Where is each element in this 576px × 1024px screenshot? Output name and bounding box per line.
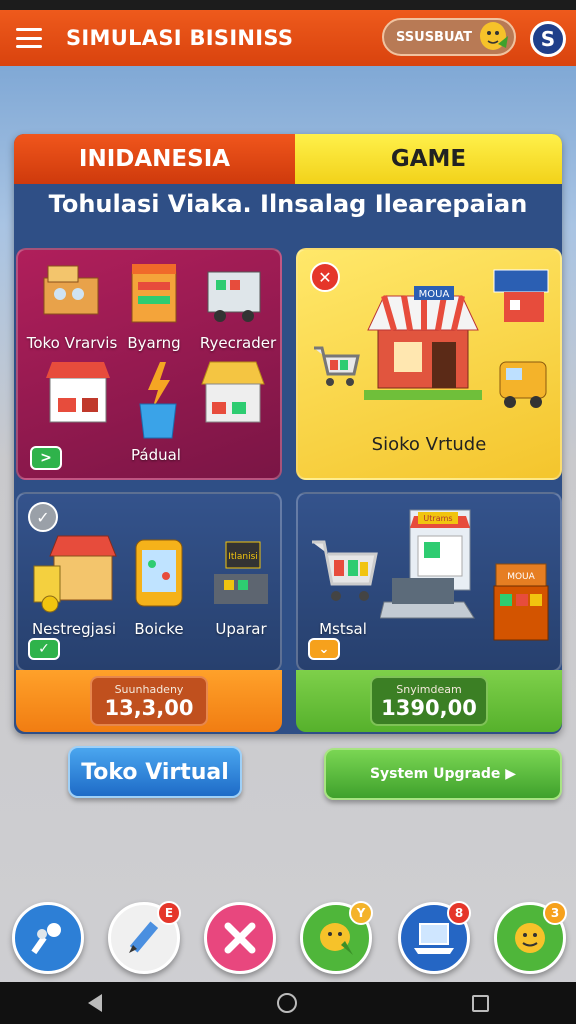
item-label-padual: Pádual [131,446,181,464]
kiosk-icon: MOUA [493,563,549,641]
toko-virtual-button[interactable]: Toko Virtual [68,746,242,798]
card-services[interactable]: ✓ Itlanisi Nestregjasi Boicke Uparar ✓ [16,492,282,672]
value-card-orange: Suunhadeny 13,3,00 [16,670,282,732]
item-label-byarng: Byarng [127,334,181,352]
card-shop-items[interactable]: Toko Vrarvis Byarng Ryecrader Pádual > [16,248,282,480]
value-amount-2: 1390,00 [381,695,477,720]
app-title: SIMULASI BISINISS [66,26,294,50]
shop-building-icon: MOUA [364,286,482,400]
register-sign-text: Itlanisi [228,552,258,562]
menu-icon[interactable] [16,28,42,48]
kiosk-sign-text: MOUA [507,572,535,582]
value-box-1: Suunhadeny 13,3,00 [90,676,208,726]
storefront-icon [46,362,110,423]
pen-icon [129,921,159,953]
back-icon[interactable] [87,994,102,1012]
card-virtual-shop[interactable]: ✕ MOUA Sioko Vrtude [296,248,562,480]
dock-smiley-button[interactable]: 3 [494,901,567,974]
goods-stall-icon [33,535,117,613]
delivery-van-icon [499,361,547,408]
bottom-dock: E Y 8 3 [0,896,576,980]
dock-badge-edit: E [157,901,181,925]
dock-badge-smiley: 3 [543,901,567,925]
recent-apps-icon[interactable] [471,994,489,1012]
smiley-icon [515,923,545,953]
avatar[interactable]: S [530,21,566,57]
item-label-boicke: Boicke [134,620,184,638]
laptop-icon [414,923,454,954]
app-bar: SIMULASI BISINISS SSUSBUAT S [0,10,576,66]
virtual-shop-label: Sioko Vrtude [371,434,487,455]
home-icon[interactable] [276,993,297,1013]
item-label-ryecrader: Ryecrader [199,334,277,352]
status-bar [0,0,576,10]
dock-badge-chat: Y [349,901,373,925]
user-pill-button[interactable]: SSUSBUAT [382,18,516,56]
value-label-1: Suunhadeny [114,682,184,696]
energy-cup-icon [139,362,177,439]
user-pill-label: SSUSBUAT [396,29,473,45]
panel-subtitle: Tohulasi Viaka. Ilnsalag Ilearepaian [48,190,528,218]
system-upgrade-button[interactable]: System Upgrade ▶ [324,748,562,800]
chevron-down-icon[interactable]: ⌄ [308,638,340,660]
close-icon [224,922,256,954]
shop-sign-text: MOUA [419,289,450,300]
keys-icon [31,923,61,955]
item-label-uparar: Uparar [215,620,267,638]
cart-icon [312,540,378,601]
value-card-green: Snyimdeam 1390,00 [296,670,562,732]
dock-badge-laptop: 8 [447,901,471,925]
stall-shelf-icon [131,264,177,323]
mascot-icon [480,22,508,50]
dock-close-button[interactable] [204,902,276,974]
dock-edit-button[interactable]: E [108,901,181,974]
value-label-2: Snyimdeam [396,682,462,696]
item-label-nestregjasi: Nestregjasi [31,620,117,638]
tab-indonesia[interactable]: INIDANESIA [14,134,295,184]
store-sign-text: Utrams [423,514,452,523]
expand-arrow-icon[interactable]: > [30,446,62,470]
value-amount-1: 13,3,00 [104,695,194,720]
dock-chat-button[interactable]: Y [300,901,373,974]
main-panel: INIDANESIA GAME Tohulasi Viaka. Ilnsalag… [14,134,562,734]
value-box-2: Snyimdeam 1390,00 [370,676,488,726]
billboard-icon [493,269,549,322]
close-badge-icon[interactable]: ✕ [310,262,340,292]
item-label-mstsal: Mstsal [319,620,367,638]
laptop-store-icon: Utrams [380,509,475,619]
shopping-cart-icon [314,346,360,386]
dock-keys-button[interactable] [12,902,84,974]
truck-icon [207,271,261,322]
system-nav-bar [0,982,576,1024]
card-online-shop[interactable]: Utrams MOUA Mstsal ⌄ [296,492,562,672]
toko-box-icon [43,265,99,315]
market-stall-icon [201,361,265,423]
item-label-toko: Toko Vrarvis [26,334,118,352]
tablet-icon [135,539,183,607]
tab-game[interactable]: GAME [295,134,562,184]
register-icon: Itlanisi [214,541,268,604]
check-green-icon[interactable]: ✓ [28,638,60,660]
dock-laptop-button[interactable]: 8 [398,901,471,974]
